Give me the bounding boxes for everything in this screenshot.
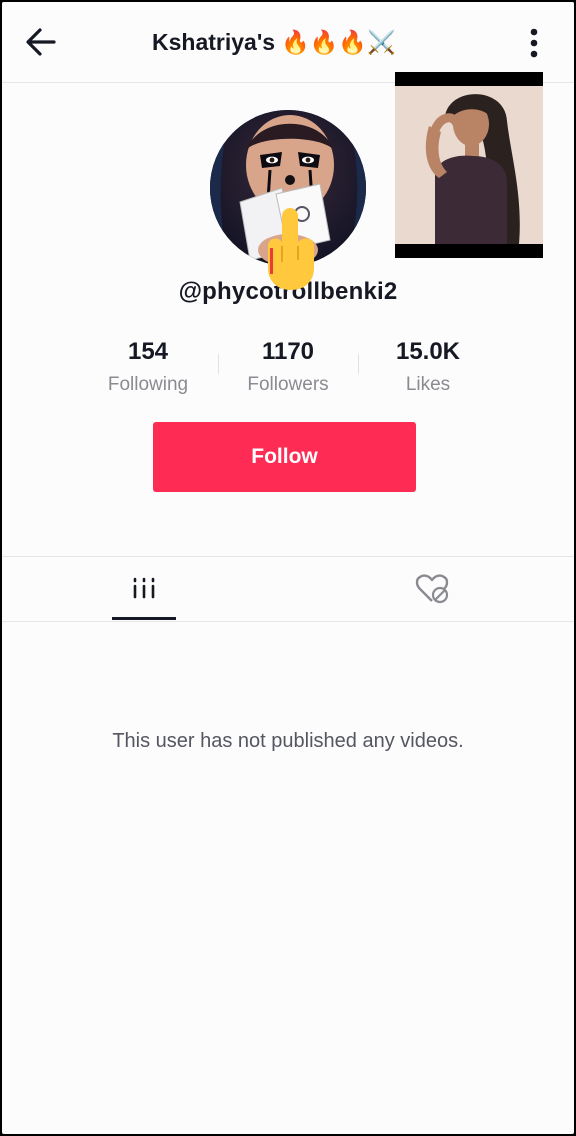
arrow-left-icon — [26, 28, 56, 56]
following-label: Following — [107, 374, 189, 395]
liked-hidden-icon — [415, 574, 449, 604]
stat-followers[interactable]: 1170 Followers — [218, 336, 358, 402]
video-overlay[interactable] — [395, 72, 543, 258]
stats-row: 154 Following 1170 Followers 15.0K Likes — [2, 336, 574, 400]
more-options-button[interactable] — [522, 24, 546, 60]
title-emojis: 🔥🔥🔥⚔️ — [281, 29, 396, 55]
following-count: 154 — [127, 338, 169, 365]
stat-likes[interactable]: 15.0K Likes — [358, 336, 498, 402]
followers-count: 1170 — [261, 338, 315, 365]
vertical-dots-icon — [530, 28, 538, 58]
page-title: Kshatriya's 🔥🔥🔥⚔️ — [152, 24, 396, 60]
top-bar: Kshatriya's 🔥🔥🔥⚔️ — [2, 2, 574, 83]
back-button[interactable] — [22, 24, 62, 60]
title-text: Kshatriya's — [152, 29, 276, 55]
video-frame — [395, 86, 543, 244]
likes-label: Likes — [405, 374, 451, 395]
tab-liked[interactable] — [400, 557, 464, 621]
active-tab-indicator — [112, 617, 176, 620]
follow-button[interactable]: Follow — [153, 422, 416, 492]
video-image — [395, 86, 543, 244]
followers-label: Followers — [247, 374, 329, 395]
stat-following[interactable]: 154 Following — [78, 336, 218, 402]
tab-videos[interactable] — [112, 557, 176, 621]
empty-videos-message: This user has not published any videos. — [112, 730, 464, 752]
content-tabs — [2, 556, 574, 622]
likes-count: 15.0K — [395, 338, 461, 365]
pointing-hand-icon — [256, 202, 328, 292]
grid-icon — [133, 577, 155, 599]
profile-screen: Kshatriya's 🔥🔥🔥⚔️ @phycotrollbenki2 154 … — [2, 2, 574, 1134]
